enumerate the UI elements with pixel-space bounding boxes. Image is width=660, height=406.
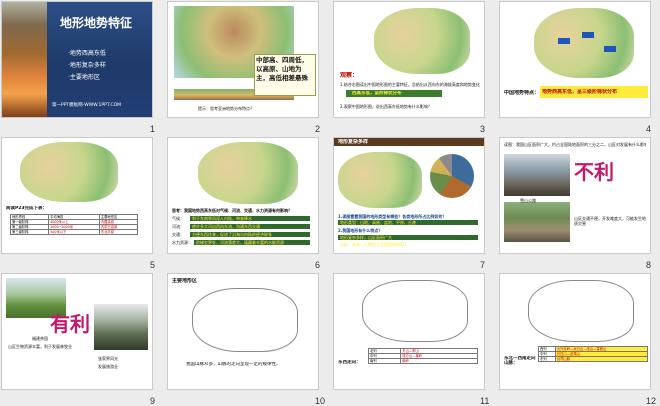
slide-5-prompt: 阅读P23完成下表： — [6, 206, 48, 211]
china-mountain-outline-map — [528, 280, 634, 342]
slide-3-question-2: 2.观察中国地形图，说出西高东低地势有什么影响？ — [340, 104, 432, 109]
slide-7-answer-1: 地形类型：山地、高原、盆地、平原、丘陵 — [340, 220, 416, 225]
slide-1-title: 地形地势特征 — [60, 16, 133, 30]
slide-thumbnail-7[interactable]: 地形复杂多样 1.读图看看我国的地形类型有哪些？各类地形所占比例如何？ 地形类型… — [334, 138, 484, 253]
slide-8-caption: 雪山公路 — [520, 198, 536, 203]
slide-thumbnail-8[interactable]: 读图：我国山区面积广大，约占全国陆地面积的三分之二，山区对发展有什么影响？ 不利… — [500, 138, 650, 253]
slide-1-bullet-2: ·地形复杂多样 — [68, 62, 106, 69]
slide-8-text: 读图：我国山区面积广大，约占全国陆地面积的三分之二，山区对发展有什么影响？ — [504, 142, 646, 147]
slide-number: 10 — [315, 396, 326, 406]
slide-7-note: 山地、高原、丘陵约占全国面积的2/3 — [340, 242, 407, 247]
slide-thumbnail-2[interactable]: 提示：思考亚洲地势分布特点？ 中部高、四周低，以高原、山地为主，高低相差悬殊 — [168, 2, 318, 117]
slide-number: 1 — [150, 124, 156, 134]
china-terrain-map — [198, 142, 298, 204]
table-cell: 东北平原 — [98, 229, 139, 235]
slide-6-key-traffic: 交通： — [172, 232, 184, 237]
slide-7-title: 地形复杂多样 — [338, 139, 369, 145]
slide-9-caption-2: 张家界风光 — [98, 356, 118, 361]
slide-10-caption: 我国山脉众多，山脉的走向呈现一定的规律性。 — [186, 362, 281, 367]
slide-number: 5 — [150, 260, 156, 270]
slide-1-photo — [2, 2, 47, 117]
slide-6-value-traffic: 方便东西往来，促进了沿海与内陆的经济联系 — [192, 232, 272, 237]
slide-1-bullet-1: ·地势西高东低 — [68, 50, 106, 57]
slide-thumbnail-5[interactable]: 阅读P23完成下表： 地形界线 平均海拔 主要地形区 第一级阶梯 4000米以上 青藏高… — [2, 138, 152, 253]
slide-9-text-2: 发展旅游业 — [98, 364, 118, 369]
staircase-label-2 — [582, 32, 594, 38]
slide-10-title: 主要地形区 — [172, 278, 198, 284]
slide-6-key-hydro: 水力资源： — [172, 240, 192, 245]
slide-number: 11 — [480, 396, 490, 406]
slide-1-bullet-3: ·主要地形区 — [68, 74, 100, 81]
terrain-pie-chart — [430, 154, 474, 198]
slide-thumbnail-12[interactable]: 东北—西南走向山脉： 西列 大兴安岭—太行山—巫山—雪峰山 中列 长白山—武夷山 东… — [500, 274, 650, 389]
staircase-label-1 — [558, 38, 570, 44]
slide-11-label: 东西走向： — [338, 360, 361, 365]
china-mountain-outline-map — [192, 288, 298, 352]
slide-7-question-2: 2.我国地形有什么特点？ — [338, 228, 383, 233]
slide-thumbnail-11[interactable]: 东西走向： 北列 天山—阴山 中列 昆仑山—秦岭 南列 南岭 — [334, 274, 484, 389]
slide-thumbnail-10[interactable]: 主要地形区 我国山脉众多，山脉的走向呈现一定的规律性。 — [168, 274, 318, 389]
slide-3-label: 观察： — [340, 72, 359, 79]
slide-6-value-hydro: 阶梯交界处，河流落差大，蕴藏着丰富的水能资源 — [196, 240, 284, 245]
slide-thumbnail-9[interactable]: 有利 福建茶园 山区生物资源丰富，利于发展林牧业 张家界风光 发展旅游业 — [2, 274, 152, 389]
slide-number: 2 — [315, 124, 321, 134]
table-cell: 南列 — [367, 358, 402, 364]
china-terrain-map — [534, 8, 634, 78]
slide-1-footer: 第一PPT模板网-WWW.1PPT.COM — [52, 103, 122, 108]
slide-thumbnail-4[interactable]: 中国地势特点： 地势西高东低，呈三级阶梯状分布 — [500, 2, 650, 117]
landslide-photo — [504, 202, 570, 242]
slide-6-key-climate: 气候： — [172, 216, 184, 221]
slide-number: 4 — [646, 124, 652, 134]
slide-number: 8 — [646, 260, 652, 270]
staircase-table: 地形界线 平均海拔 主要地形区 第一级阶梯 4000米以上 青藏高原 第二级阶梯 1000… — [9, 214, 139, 235]
slide-7-question-1: 1.读图看看我国的地形类型有哪些？各类地形所占比例如何？ — [338, 214, 447, 219]
table-cell: 500米以下 — [48, 229, 100, 235]
china-terrain-map — [20, 142, 118, 202]
slide-number: 7 — [480, 260, 486, 270]
slide-2-callout-text: 中部高、四周低，以高原、山地为主，高低相差悬殊 — [256, 56, 308, 82]
table-cell: 东列 — [538, 356, 556, 362]
slide-6-value-river: 使许多大河自西向东流，沟通东西交通 — [192, 224, 260, 229]
slide-number: 6 — [315, 260, 321, 270]
slide-number: 12 — [646, 396, 657, 406]
zhangjiajie-photo — [94, 304, 148, 350]
slide-thumbnail-1[interactable]: 地形地势特征 ·地势西高东低 ·地形复杂多样 ·主要地形区 第一PPT模板网-W… — [2, 2, 152, 117]
slide-3-question-1: 1.结合右图读出中国地形图的主要特征，总结出从西向东的海拔高度和地势变化 — [340, 82, 480, 87]
slide-thumbnail-6[interactable]: 思考：我国地势西高东低对气候、河流、交通、水力资源有何影响？ 气候： 利于东南季… — [168, 138, 318, 253]
slide-4-label: 中国地势特点： — [504, 90, 540, 96]
slide-number: 3 — [480, 124, 486, 134]
slide-7-answer-2: 地形复杂多样，山区面积广大 — [340, 235, 392, 240]
mountain-road-photo — [504, 154, 570, 196]
china-mountain-outline-map — [362, 280, 468, 342]
table-cell: 台湾山脉 — [554, 356, 649, 362]
slide-6-key-river: 河流： — [172, 224, 184, 229]
ne-sw-mountains-table: 西列 大兴安岭—太行山—巫山—雪峰山 中列 长白山—武夷山 东列 台湾山脉 — [538, 346, 649, 362]
slide-number: 9 — [150, 396, 156, 406]
staircase-label-3 — [604, 46, 616, 52]
slide-6-question: 思考：我国地势西高东低对气候、河流、交通、水力资源有何影响？ — [172, 208, 292, 213]
slide-9-text-1: 山区生物资源丰富，利于发展林牧业 — [8, 344, 72, 349]
china-terrain-map — [374, 8, 470, 74]
slide-thumbnail-3[interactable]: 观察： 1.结合右图读出中国地形图的主要特征，总结出从西向东的海拔高度和地势变化… — [334, 2, 484, 117]
slide-12-label: 东北—西南走向山脉： — [504, 356, 536, 366]
ew-mountains-table: 北列 天山—阴山 中列 昆仑山—秦岭 南列 南岭 — [367, 348, 478, 364]
slide-4-answer: 地势西高东低，呈三级阶梯状分布 — [542, 89, 618, 95]
slide-3-answer-text: 西高东低，呈阶梯状分布 — [352, 91, 402, 96]
table-cell: 南岭 — [400, 358, 478, 364]
china-terrain-map — [338, 152, 422, 208]
table-cell: 第三级阶梯 — [9, 229, 50, 235]
slide-2-caption: 提示：思考亚洲地势分布特点？ — [198, 106, 254, 111]
slide-6-value-climate: 利于东南季风深入内陆，带来降水 — [192, 216, 252, 221]
slide-9-caption-1: 福建茶园 — [32, 336, 48, 341]
slide-9-overlay: 有利 — [50, 312, 90, 336]
slide-8-conclusion: 山区交通不便，开发难度大，可能发生地质灾害 — [574, 216, 646, 226]
slide-8-overlay: 不利 — [574, 160, 614, 184]
